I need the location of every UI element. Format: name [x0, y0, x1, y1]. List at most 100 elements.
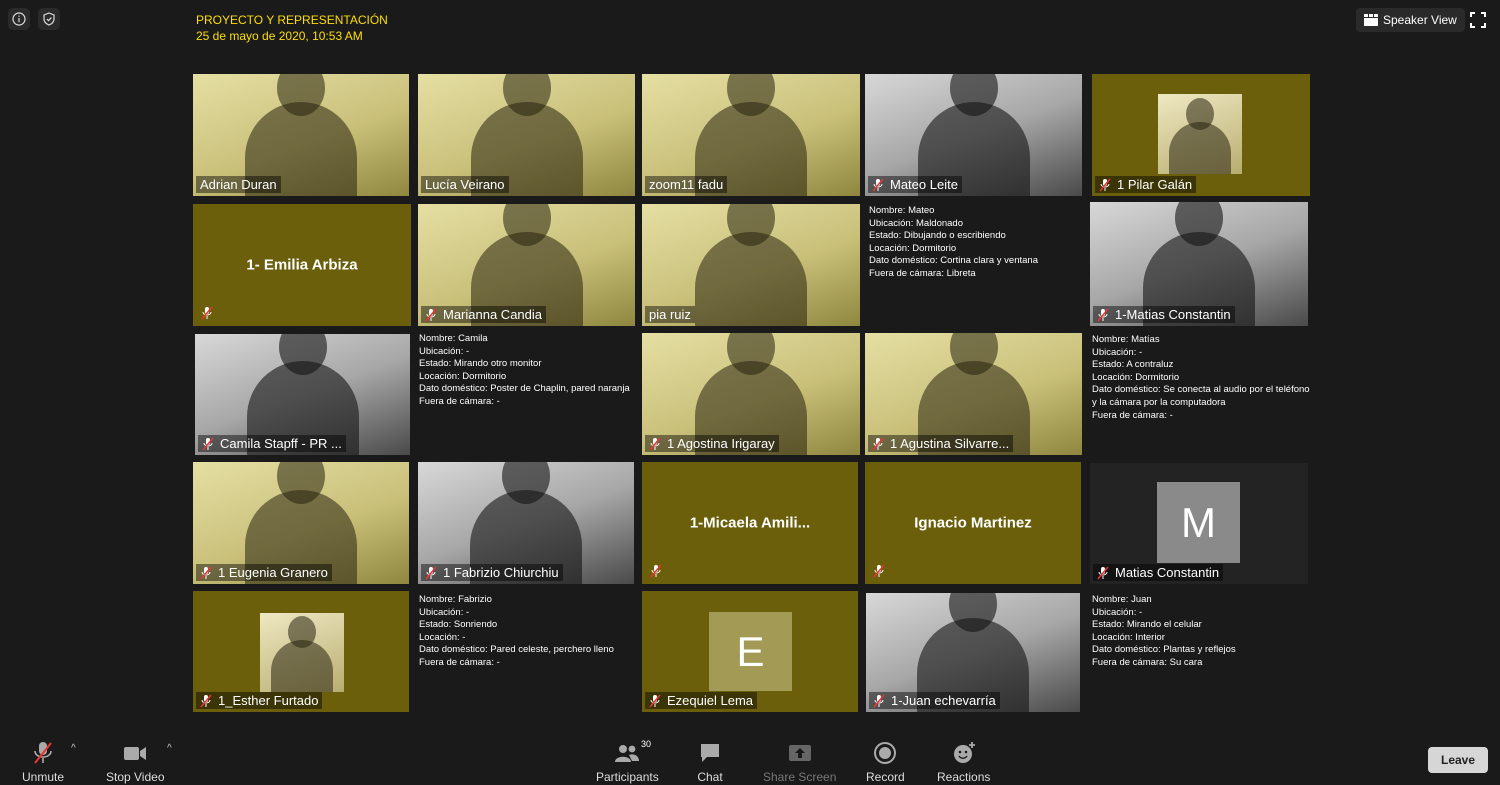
share-screen-icon: [788, 745, 811, 761]
mic-muted-icon: [201, 306, 213, 320]
mic-muted-icon: [872, 437, 884, 450]
video-camera-icon: [124, 747, 147, 760]
participant-name-center: 1- Emilia Arbiza: [246, 256, 358, 274]
mic-muted-icon: [200, 566, 212, 579]
chat-label: Chat: [697, 770, 723, 784]
video-tile-eugenia[interactable]: 1 Eugenia Granero: [193, 462, 409, 584]
fullscreen-icon[interactable]: [1470, 12, 1486, 28]
leave-button[interactable]: Leave: [1428, 747, 1488, 773]
video-tile-emilia[interactable]: 1- Emilia Arbiza: [193, 204, 411, 326]
participants-icon: [615, 745, 640, 762]
record-button[interactable]: Record: [866, 740, 905, 784]
participant-name: 1 Agostina Irigaray: [645, 435, 779, 452]
mic-muted-icon: [873, 694, 885, 707]
video-tile-matias1[interactable]: 1-Matias Constantin: [1090, 202, 1308, 326]
notes-camila: Nombre: Camila Ubicación: - Estado: Mirand…: [419, 333, 630, 407]
video-tile-ezequiel[interactable]: E Ezequiel Lema: [642, 591, 858, 712]
mic-muted-icon: [425, 566, 437, 579]
participant-name: 1 Agustina Silvarre...: [868, 435, 1014, 452]
participant-name: 1-Matias Constantin: [1093, 306, 1235, 323]
participant-name: 1 Eugenia Granero: [196, 564, 332, 581]
profile-photo: [1158, 94, 1242, 174]
video-tile-adrian[interactable]: Adrian Duran: [193, 74, 409, 196]
top-left-icons: [8, 8, 60, 30]
mic-muted-icon: [202, 437, 214, 450]
chat-bubble-icon: [701, 744, 719, 762]
video-tile-camila[interactable]: Camila Stapff - PR ...: [195, 334, 410, 455]
participant-name: 1 Pilar Galán: [1095, 176, 1197, 193]
mic-muted-icon: [873, 564, 885, 578]
mic-muted-icon: [1097, 308, 1109, 321]
participants-label: Participants: [596, 770, 659, 784]
avatar: M: [1157, 482, 1240, 563]
record-label: Record: [866, 770, 905, 784]
video-options-caret[interactable]: ^: [167, 743, 172, 754]
speaker-view-button[interactable]: Speaker View: [1356, 8, 1465, 32]
stop-video-label: Stop Video: [106, 770, 165, 784]
participant-name: Camila Stapff - PR ...: [198, 435, 346, 452]
video-tile-agustina[interactable]: 1 Agustina Silvarre...: [865, 333, 1082, 455]
chat-button[interactable]: Chat: [697, 740, 723, 784]
video-tile-zoom11[interactable]: zoom11 fadu: [642, 74, 860, 196]
participant-name: zoom11 fadu: [645, 176, 728, 193]
video-tile-marianna[interactable]: Marianna Candia: [418, 204, 635, 326]
grid-icon: [1364, 14, 1378, 26]
share-screen-button[interactable]: Share Screen: [763, 740, 836, 784]
reactions-button[interactable]: Reactions: [937, 740, 990, 784]
notes-fabrizio: Nombre: Fabrizio Ubicación: - Estado: Sonr…: [419, 594, 614, 668]
participant-name: Ezequiel Lema: [645, 692, 757, 709]
video-tile-matias2[interactable]: M Matias Constantin: [1090, 463, 1308, 584]
participant-name: Matias Constantin: [1093, 564, 1224, 581]
mic-muted-icon: [649, 437, 661, 450]
participant-name: Mateo Leite: [868, 176, 962, 193]
mic-muted-icon: [650, 564, 662, 578]
video-tile-juan[interactable]: 1-Juan echevarría: [866, 593, 1080, 712]
participant-name-center: Ignacio Martinez: [914, 514, 1032, 532]
reactions-label: Reactions: [937, 770, 991, 784]
avatar: E: [709, 612, 792, 691]
mic-muted-icon: [649, 694, 661, 707]
meeting-toolbar: Unmute ^ Stop Video ^ Participants Chat …: [0, 735, 1500, 785]
video-tile-pia[interactable]: pia ruiz: [642, 204, 860, 326]
audio-options-caret[interactable]: ^: [71, 743, 76, 754]
profile-photo: [260, 613, 344, 692]
mic-muted-icon: [1099, 178, 1111, 191]
participants-count-badge: 30: [641, 739, 652, 749]
meeting-title: PROYECTO Y REPRESENTACIÓN: [196, 13, 388, 27]
video-tile-fabrizio[interactable]: 1 Fabrizio Chiurchiu: [418, 462, 634, 584]
participant-name: 1_Esther Furtado: [196, 692, 323, 709]
participant-name: Adrian Duran: [196, 176, 281, 193]
meeting-date: 25 de mayo de 2020, 10:53 AM: [196, 29, 363, 43]
participant-name: 1-Juan echevarría: [869, 692, 1000, 709]
video-tile-agostina[interactable]: 1 Agostina Irigaray: [642, 333, 860, 455]
stop-video-button[interactable]: Stop Video: [106, 740, 165, 784]
video-tile-esther[interactable]: 1_Esther Furtado: [193, 591, 409, 712]
video-tile-ignacio[interactable]: Ignacio Martinez: [865, 462, 1081, 584]
participant-name: 1 Fabrizio Chiurchiu: [421, 564, 563, 581]
participant-name: Marianna Candia: [421, 306, 547, 323]
meeting-info: PROYECTO Y REPRESENTACIÓN 25 de mayo de …: [196, 12, 388, 44]
mic-muted-icon: [200, 694, 212, 707]
participant-video: [695, 204, 807, 326]
info-button[interactable]: [8, 8, 30, 30]
video-tile-lucia[interactable]: Lucía Veirano: [418, 74, 635, 196]
mic-muted-icon: [872, 178, 884, 191]
speaker-view-label: Speaker View: [1383, 13, 1457, 27]
participant-name: Lucía Veirano: [421, 176, 509, 193]
smiley-plus-icon: [953, 742, 975, 763]
mic-muted-icon: [34, 742, 52, 764]
mic-muted-icon: [425, 308, 437, 321]
video-tile-micaela[interactable]: 1-Micaela Amili...: [642, 462, 858, 584]
unmute-label: Unmute: [22, 770, 65, 784]
security-button[interactable]: [38, 8, 60, 30]
unmute-button[interactable]: Unmute: [22, 740, 64, 784]
shield-check-icon: [43, 12, 55, 26]
video-tile-mateo[interactable]: Mateo Leite: [865, 74, 1082, 196]
video-tile-pilar[interactable]: 1 Pilar Galán: [1092, 74, 1310, 196]
mic-muted-icon: [1097, 566, 1109, 579]
info-icon: [12, 12, 26, 26]
record-icon: [874, 742, 897, 764]
notes-matias: Nombre: Matías Ubicación: - Estado: A cont…: [1092, 334, 1310, 421]
notes-mateo: Nombre: Mateo Ubicación: Maldonado Estado:…: [869, 205, 1038, 279]
share-screen-label: Share Screen: [763, 770, 837, 784]
